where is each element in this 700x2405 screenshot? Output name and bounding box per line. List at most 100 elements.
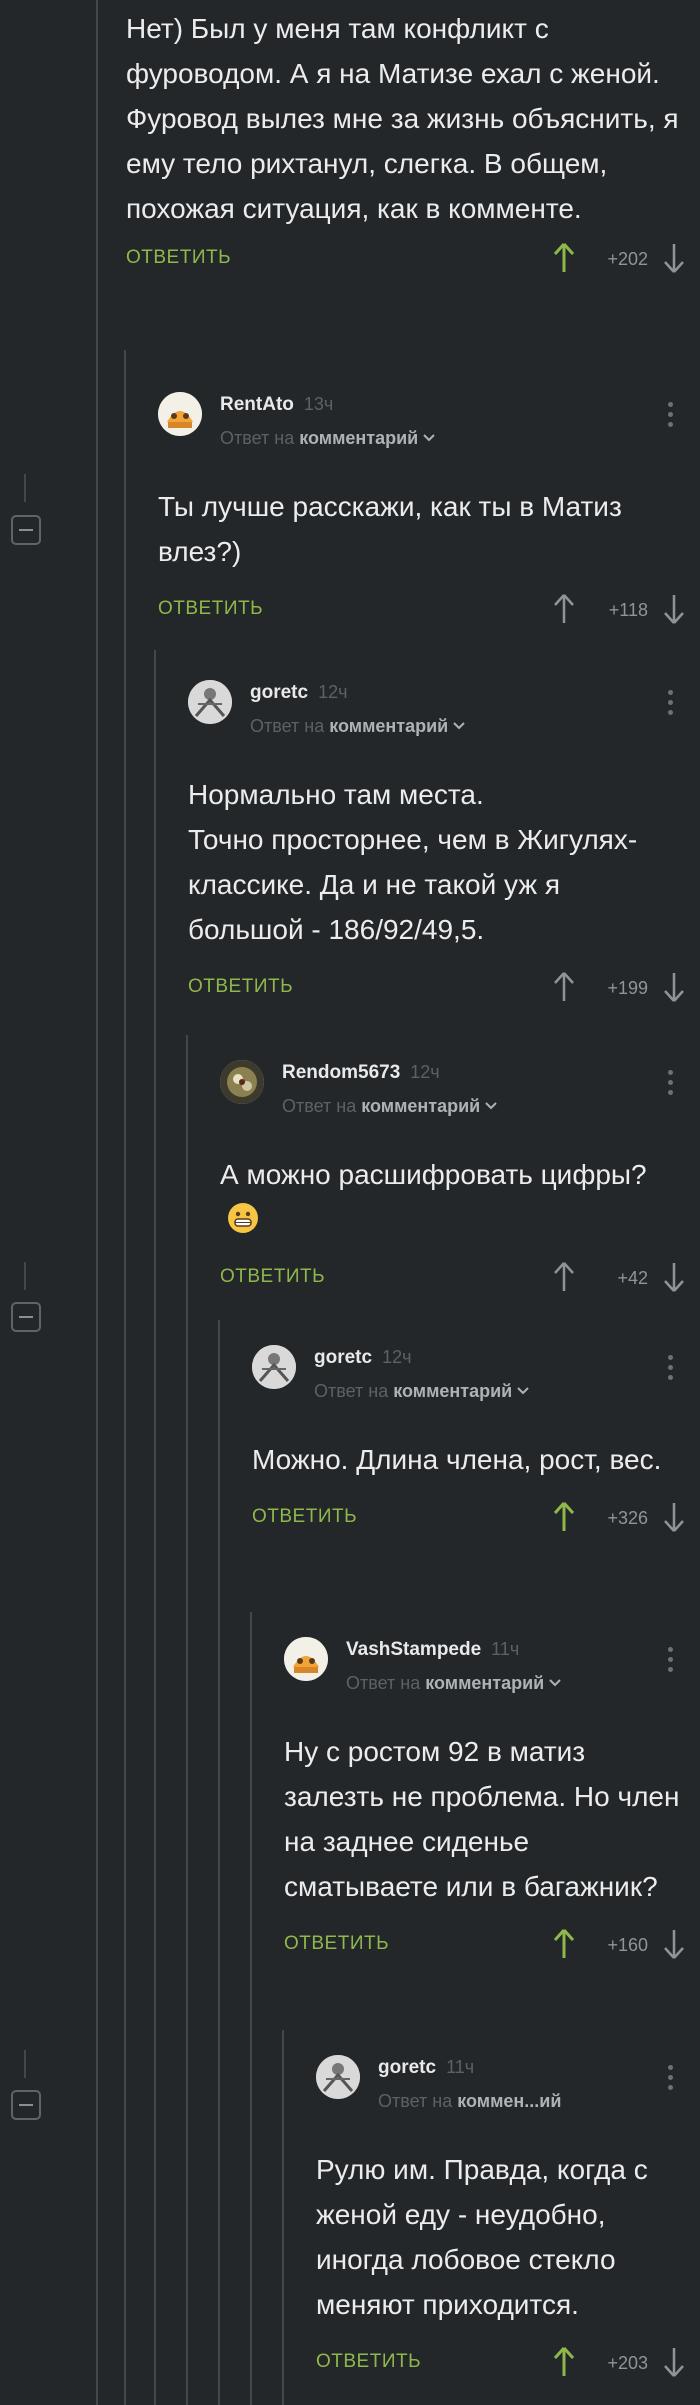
comment-time: 12ч bbox=[410, 1062, 440, 1082]
reply-button[interactable]: ОТВЕТИТЬ bbox=[316, 2351, 421, 2373]
chevron-down-icon[interactable] bbox=[480, 1096, 497, 1116]
downvote-arrow-icon[interactable] bbox=[662, 241, 686, 275]
collapse-thread-button[interactable] bbox=[11, 515, 41, 545]
username[interactable]: RentAto 13ч bbox=[220, 394, 333, 416]
downvote-arrow-icon[interactable] bbox=[662, 1927, 686, 1961]
username[interactable]: Rendom5673 12ч bbox=[282, 1062, 440, 1084]
minus-icon bbox=[19, 529, 33, 531]
reply-button[interactable]: ОТВЕТИТЬ bbox=[188, 976, 293, 998]
more-options-icon[interactable] bbox=[668, 1070, 674, 1095]
username-text[interactable]: goretc bbox=[378, 2057, 436, 2078]
more-options-icon[interactable] bbox=[668, 2065, 674, 2090]
username[interactable]: goretc 12ч bbox=[250, 682, 347, 704]
reply-to-line: Ответ на комментарий bbox=[282, 1096, 497, 1117]
collapse-thread-button[interactable] bbox=[11, 2090, 41, 2120]
downvote-arrow-icon[interactable] bbox=[662, 2345, 686, 2379]
reply-button[interactable]: ОТВЕТИТЬ bbox=[252, 1506, 357, 1528]
reply-to-line: Ответ на комментарий bbox=[346, 1673, 561, 1694]
comment-header: VashStampede 11ч Ответ на комментарий bbox=[284, 1637, 700, 1707]
avatar[interactable] bbox=[316, 2055, 360, 2099]
comment-score: +42 bbox=[617, 1268, 648, 1288]
comment-score: +118 bbox=[608, 600, 648, 620]
reply-prefix: Ответ на bbox=[250, 716, 325, 736]
chevron-down-icon[interactable] bbox=[512, 1381, 529, 1401]
avatar[interactable] bbox=[284, 1637, 328, 1681]
comment-time: 12ч bbox=[318, 682, 348, 702]
upvote-arrow-icon[interactable] bbox=[552, 970, 576, 1004]
upvote-arrow-icon[interactable] bbox=[552, 1500, 576, 1534]
username[interactable]: VashStampede 11ч bbox=[346, 1639, 519, 1661]
avatar[interactable] bbox=[188, 680, 232, 724]
more-options-icon[interactable] bbox=[668, 1647, 674, 1672]
reply-prefix: Ответ на bbox=[346, 1673, 421, 1693]
reply-target-link[interactable]: комментарий bbox=[425, 1673, 544, 1693]
upvote-arrow-icon[interactable] bbox=[552, 241, 576, 275]
upvote-arrow-icon[interactable] bbox=[552, 1927, 576, 1961]
comment-text-content: Ты лучше расскажи, как ты в Матиз влез?) bbox=[158, 491, 622, 567]
thread-line bbox=[124, 350, 126, 2405]
reply-button[interactable]: ОТВЕТИТЬ bbox=[126, 247, 231, 269]
username-text[interactable]: goretc bbox=[250, 682, 308, 703]
downvote-arrow-icon[interactable] bbox=[662, 1260, 686, 1294]
username[interactable]: goretc 12ч bbox=[314, 1347, 411, 1369]
username[interactable]: goretc 11ч bbox=[378, 2057, 474, 2079]
reply-target-link[interactable]: комментарий bbox=[329, 716, 448, 736]
reply-prefix: Ответ на bbox=[314, 1381, 389, 1401]
collapse-bracket bbox=[24, 2050, 32, 2078]
reply-target-link[interactable]: комментарий bbox=[299, 428, 418, 448]
more-options-icon[interactable] bbox=[668, 690, 674, 715]
reply-target-link[interactable]: комментарий bbox=[361, 1096, 480, 1116]
comment-score: +160 bbox=[607, 1935, 648, 1955]
minus-icon bbox=[19, 1316, 33, 1318]
avatar[interactable] bbox=[220, 1060, 264, 1104]
upvote-arrow-icon[interactable] bbox=[552, 2345, 576, 2379]
grinning-emoji-icon bbox=[228, 1203, 258, 1233]
comment-time: 11ч bbox=[491, 1639, 520, 1659]
comment-time: 12ч bbox=[382, 1347, 412, 1367]
avatar[interactable] bbox=[158, 392, 202, 436]
username-text[interactable]: VashStampede bbox=[346, 1639, 481, 1660]
upvote-arrow-icon[interactable] bbox=[552, 592, 576, 626]
comment-header: goretc 11ч Ответ на коммен...ий bbox=[316, 2055, 700, 2125]
reply-button[interactable]: ОТВЕТИТЬ bbox=[158, 598, 263, 620]
comment-text-content: Нормально там места. Точно просторнее, ч… bbox=[188, 779, 638, 945]
comment: goretc 12ч Ответ на комментарий Нормально … bbox=[188, 680, 700, 1010]
comment: RentAto 13ч Ответ на комментарий Ты лучше … bbox=[158, 392, 700, 632]
downvote-arrow-icon[interactable] bbox=[662, 1500, 686, 1534]
more-options-icon[interactable] bbox=[668, 1355, 674, 1380]
comment-text-content: Рулю им. Правда, когда с женой еду - неу… bbox=[316, 2154, 648, 2320]
comment: Нет) Был у меня там конфликт с фуроводом… bbox=[126, 0, 700, 281]
comment-text-content: Можно. Длина члена, рост, вес. bbox=[252, 1444, 662, 1475]
reply-prefix: Ответ на bbox=[282, 1096, 357, 1116]
collapse-bracket bbox=[24, 474, 32, 502]
comment-score: +199 bbox=[607, 978, 648, 998]
comment-text-content: Ну с ростом 92 в матиз залезть не пробле… bbox=[284, 1736, 680, 1902]
upvote-arrow-icon[interactable] bbox=[552, 1260, 576, 1294]
thread-line bbox=[154, 650, 156, 2405]
username-text[interactable]: goretc bbox=[314, 1347, 372, 1368]
more-options-icon[interactable] bbox=[668, 402, 674, 427]
chevron-down-icon[interactable] bbox=[544, 1673, 561, 1693]
reply-target-link[interactable]: комментарий bbox=[393, 1381, 512, 1401]
comment-text: Ну с ростом 92 в матиз залезть не пробле… bbox=[284, 1729, 700, 1909]
thread-line bbox=[250, 1612, 252, 2405]
chevron-down-icon[interactable] bbox=[418, 428, 435, 448]
comment-header: goretc 12ч Ответ на комментарий bbox=[188, 680, 700, 750]
reply-button[interactable]: ОТВЕТИТЬ bbox=[220, 1266, 325, 1288]
downvote-arrow-icon[interactable] bbox=[662, 970, 686, 1004]
reply-target-link[interactable]: коммен...ий bbox=[457, 2091, 561, 2111]
collapse-bracket bbox=[24, 1262, 32, 1290]
username-text[interactable]: Rendom5673 bbox=[282, 1062, 400, 1083]
comment-text: Нормально там места. Точно просторнее, ч… bbox=[188, 772, 700, 952]
avatar[interactable] bbox=[252, 1345, 296, 1389]
chevron-down-icon[interactable] bbox=[448, 716, 465, 736]
username-text[interactable]: RentAto bbox=[220, 394, 294, 415]
comment-actions: ОТВЕТИТЬ +42 bbox=[220, 1260, 700, 1300]
thread-line bbox=[282, 2030, 284, 2405]
downvote-arrow-icon[interactable] bbox=[662, 592, 686, 626]
comment-text: А можно расшифровать цифры? bbox=[220, 1152, 700, 1242]
comment: goretc 12ч Ответ на комментарий Можно. Дли… bbox=[252, 1345, 700, 1540]
reply-button[interactable]: ОТВЕТИТЬ bbox=[284, 1933, 389, 1955]
collapse-thread-button[interactable] bbox=[11, 1302, 41, 1332]
comment-header: goretc 12ч Ответ на комментарий bbox=[252, 1345, 700, 1415]
